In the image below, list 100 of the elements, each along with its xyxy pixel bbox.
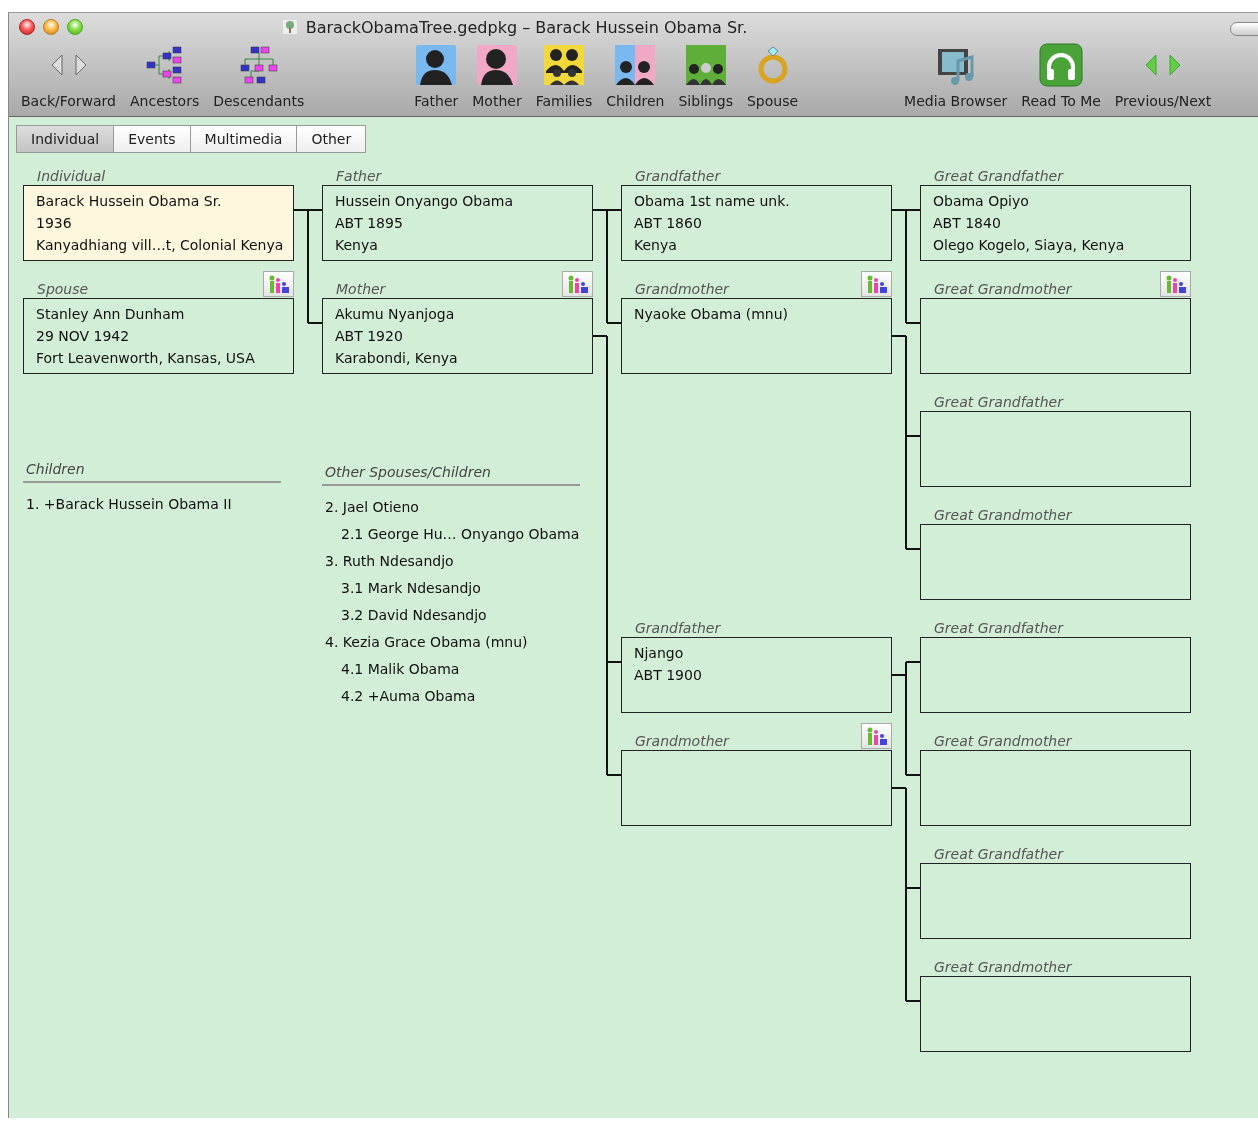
person-card[interactable]: Akumu Nyanjoga ABT 1920 Karabondi, Kenya xyxy=(322,298,593,374)
person-name: Hussein Onyango Obama xyxy=(335,192,515,211)
family-figures-icon xyxy=(865,275,888,293)
toolbar-button[interactable]: Descendants xyxy=(213,43,305,109)
family-button[interactable] xyxy=(861,723,892,749)
person-card[interactable]: Obama 1st name unk. ABT 1860 Kenya xyxy=(621,185,892,261)
tab[interactable]: Individual xyxy=(16,125,115,153)
family-member-link[interactable]: 2.1 George Hu… Onyango Obama xyxy=(322,521,593,548)
relation-label: Great Grandfather xyxy=(933,845,1063,863)
person-card[interactable] xyxy=(920,976,1191,1052)
family-button[interactable] xyxy=(861,271,892,297)
close-button[interactable] xyxy=(19,19,35,35)
window-title: BarackObamaTree.gedpkg – Barack Hussein Obama Sr. xyxy=(305,17,748,37)
person-detail: 1936 xyxy=(36,214,73,233)
person-detail: Kanyadhiang vill…t, Colonial Kenya xyxy=(36,236,281,255)
tab[interactable]: Events xyxy=(113,125,191,153)
toolbar-button[interactable]: Back/Forward xyxy=(21,43,116,109)
person-detail: Fort Leavenworth, Kansas, USA xyxy=(36,349,256,368)
relation-label: Grandfather xyxy=(634,167,721,185)
toolbar-button[interactable]: Spouse xyxy=(746,43,799,109)
relation-label: Grandmother xyxy=(634,280,729,298)
relation-label: Mother xyxy=(335,280,386,298)
relation-label: Great Grandmother xyxy=(933,506,1072,524)
tab[interactable]: Multimedia xyxy=(189,125,298,153)
person-detail: Kenya xyxy=(335,236,379,255)
relation-label: Great Grandfather xyxy=(933,619,1063,637)
family-button[interactable] xyxy=(263,271,294,297)
relation-label: Great Grandmother xyxy=(933,732,1072,750)
family-member-link[interactable]: 3.2 David Ndesandjo xyxy=(322,602,593,629)
person-name: Nyaoke Obama (mnu) xyxy=(634,305,790,324)
person-name: Njango xyxy=(634,644,685,663)
person-detail: ABT 1895 xyxy=(335,214,404,233)
family-member-link[interactable]: 1. +Barack Hussein Obama II xyxy=(23,491,294,518)
relation-label: Great Grandmother xyxy=(933,958,1072,976)
toolbar-button[interactable]: Media Browser xyxy=(904,43,1008,109)
family-member-link[interactable]: 4. Kezia Grace Obama (mnu) xyxy=(322,629,593,656)
relation-label: Great Grandmother xyxy=(933,280,1072,298)
person-detail: ABT 1840 xyxy=(933,214,1002,233)
toolbar-button[interactable]: Mother xyxy=(472,43,522,109)
person-detail: Karabondi, Kenya xyxy=(335,349,459,368)
person-detail: ABT 1920 xyxy=(335,327,404,346)
person-detail: Kenya xyxy=(634,236,678,255)
family-figures-icon xyxy=(267,275,290,293)
family-member-link[interactable]: 3. Ruth Ndesandjo xyxy=(322,548,593,575)
relation-label: Father xyxy=(335,167,382,185)
tree-document-icon xyxy=(281,19,298,35)
family-button[interactable] xyxy=(1160,271,1191,297)
relation-label: Great Grandfather xyxy=(933,393,1063,411)
person-name: Barack Hussein Obama Sr. xyxy=(36,192,223,211)
person-name: Stanley Ann Dunham xyxy=(36,305,186,324)
section-heading: Other Spouses/Children xyxy=(322,464,580,486)
person-card[interactable] xyxy=(920,637,1191,713)
person-card[interactable]: Obama Opiyo ABT 1840 Olego Kogelo, Siaya, Kenya xyxy=(920,185,1191,261)
person-detail: Olego Kogelo, Siaya, Kenya xyxy=(933,236,1126,255)
headphones-icon xyxy=(1039,43,1084,87)
family-button[interactable] xyxy=(562,271,593,297)
person-card[interactable]: Njango ABT 1900 xyxy=(621,637,892,713)
tab[interactable]: Other xyxy=(296,125,367,153)
family-member-link[interactable]: 2. Jael Otieno xyxy=(322,494,593,521)
toolbar-button[interactable]: Read To Me xyxy=(1021,43,1101,109)
siblings-silhouettes-icon xyxy=(683,43,728,87)
person-card[interactable]: Barack Hussein Obama Sr. 1936 Kanyadhiang vill…t, Colonial Kenya xyxy=(23,185,294,261)
man-silhouette-icon xyxy=(414,43,459,87)
relation-label: Grandmother xyxy=(634,732,729,750)
children-silhouettes-icon xyxy=(613,43,658,87)
family-figures-icon xyxy=(566,275,589,293)
person-name: Akumu Nyanjoga xyxy=(335,305,456,324)
person-detail: 29 NOV 1942 xyxy=(36,327,131,346)
toolbar-toggle-button[interactable] xyxy=(1230,22,1258,36)
person-card[interactable]: Nyaoke Obama (mnu) xyxy=(621,298,892,374)
family-figures-icon xyxy=(1164,275,1187,293)
family-member-link[interactable]: 3.1 Mark Ndesandjo xyxy=(322,575,593,602)
person-card[interactable]: Hussein Onyango Obama ABT 1895 Kenya xyxy=(322,185,593,261)
relation-label: Spouse xyxy=(36,280,89,298)
person-card[interactable] xyxy=(920,863,1191,939)
person-name: Obama 1st name unk. xyxy=(634,192,791,211)
person-detail: ABT 1860 xyxy=(634,214,703,233)
toolbar-button[interactable]: Previous/Next xyxy=(1114,43,1212,109)
person-card[interactable] xyxy=(920,750,1191,826)
family-member-link[interactable]: 4.2 +Auma Obama xyxy=(322,683,593,710)
relation-label: Individual xyxy=(36,167,106,185)
toolbar-button[interactable]: Children xyxy=(606,43,665,109)
toolbar-button[interactable]: Father xyxy=(414,43,459,109)
minimize-button[interactable] xyxy=(43,19,59,35)
toolbar-button[interactable]: Siblings xyxy=(678,43,733,109)
relation-label: Great Grandfather xyxy=(933,167,1063,185)
person-card[interactable] xyxy=(920,411,1191,487)
family-figures-icon xyxy=(865,727,888,745)
zoom-button[interactable] xyxy=(67,19,83,35)
toolbar-button[interactable]: Ancestors xyxy=(130,43,200,109)
person-card[interactable] xyxy=(920,524,1191,600)
person-card[interactable] xyxy=(920,298,1191,374)
person-detail: ABT 1900 xyxy=(634,666,703,685)
section-heading: Children xyxy=(23,461,281,483)
person-name: Obama Opiyo xyxy=(933,192,1030,211)
toolbar-button[interactable]: Families xyxy=(535,43,593,109)
family-member-link[interactable]: 4.1 Malik Obama xyxy=(322,656,593,683)
person-card[interactable]: Stanley Ann Dunham 29 NOV 1942 Fort Leavenworth, Kansas, USA xyxy=(23,298,294,374)
family-silhouettes-icon xyxy=(541,43,586,87)
person-card[interactable] xyxy=(621,750,892,826)
